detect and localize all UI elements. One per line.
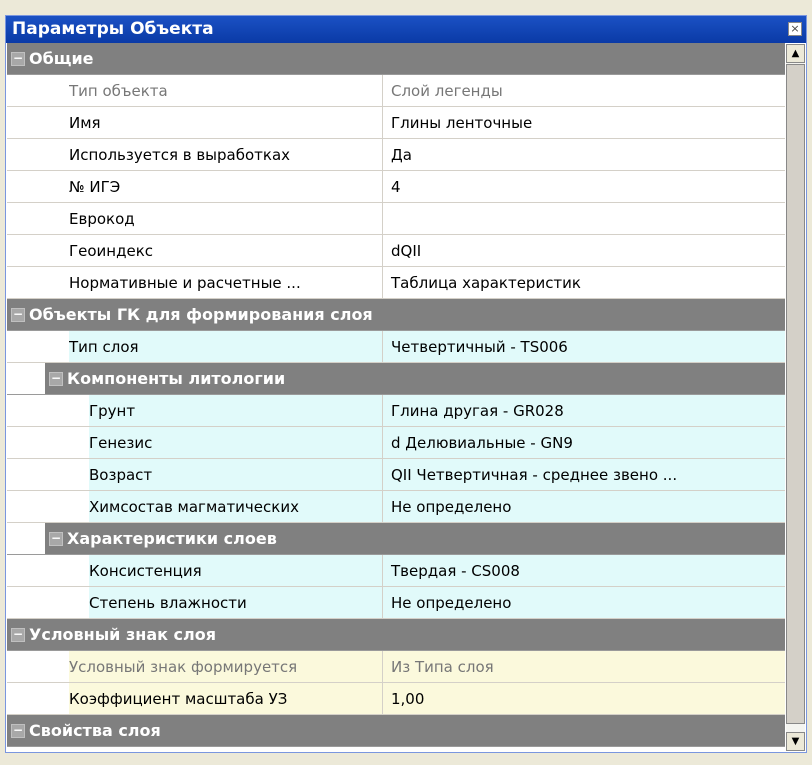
property-name: Грунт [89, 395, 383, 426]
row-gutter [7, 139, 69, 170]
row-gutter [7, 651, 69, 682]
category-label: Характеристики слоев [67, 529, 277, 548]
row-gutter [7, 683, 69, 714]
category-general[interactable]: − Общие [7, 43, 785, 75]
property-value[interactable]: Таблица характеристик [383, 267, 785, 298]
property-row[interactable]: Геоиндекс dQII [7, 235, 785, 267]
row-gutter [7, 267, 69, 298]
property-value[interactable]: QII Четвертичная - среднее звено ... [383, 459, 785, 490]
property-name: Химсостав магматических [89, 491, 383, 522]
property-name: Тип слоя [69, 331, 383, 362]
property-value: Слой легенды [391, 81, 503, 100]
row-gutter [7, 491, 89, 522]
row-gutter [7, 203, 69, 234]
property-value[interactable]: Четвертичный - TS006 [383, 331, 785, 362]
property-name: Еврокод [69, 203, 383, 234]
property-row[interactable]: Генезис d Делювиальные - GN9 [7, 427, 785, 459]
category-gk-objects[interactable]: − Объекты ГК для формирования слоя [7, 299, 785, 331]
scroll-thumb[interactable] [786, 64, 805, 724]
property-value: Из Типа слоя [391, 657, 494, 676]
property-row[interactable]: Тип слоя Четвертичный - TS006 [7, 331, 785, 363]
property-value[interactable]: Твердая - CS008 [383, 555, 785, 586]
property-row[interactable]: Тип объекта Слой легенды [7, 75, 785, 107]
property-row[interactable]: Имя Глины ленточные [7, 107, 785, 139]
property-name: Степень влажности [89, 587, 383, 618]
property-name: Возраст [89, 459, 383, 490]
property-row[interactable]: Используется в выработках Да [7, 139, 785, 171]
property-value[interactable]: Не определено [383, 491, 785, 522]
category-layer-characteristics[interactable]: − Характеристики слоев [7, 523, 785, 555]
property-name: Нормативные и расчетные ... [69, 267, 383, 298]
category-label: Свойства слоя [29, 721, 161, 740]
property-name: Используется в выработках [69, 139, 383, 170]
property-row[interactable]: Возраст QII Четвертичная - среднее звено… [7, 459, 785, 491]
window-title: Параметры Объекта [12, 19, 214, 39]
property-row[interactable]: Коэффициент масштаба УЗ 1,00 [7, 683, 785, 715]
property-value[interactable]: Не определено [383, 587, 785, 618]
row-gutter [7, 395, 89, 426]
row-gutter [7, 331, 69, 362]
collapse-icon[interactable]: − [11, 723, 25, 738]
row-gutter [7, 235, 69, 266]
property-row[interactable]: Химсостав магматических Не определено [7, 491, 785, 523]
property-value[interactable]: Глина другая - GR028 [383, 395, 785, 426]
collapse-icon[interactable]: − [49, 531, 63, 546]
property-row[interactable]: Еврокод [7, 203, 785, 235]
category-label: Условный знак слоя [29, 625, 217, 644]
property-value[interactable]: dQII [383, 235, 785, 266]
property-value[interactable]: Да [383, 139, 785, 170]
property-row[interactable]: Грунт Глина другая - GR028 [7, 395, 785, 427]
category-symbol[interactable]: − Условный знак слоя [7, 619, 785, 651]
property-name: Геоиндекс [69, 235, 383, 266]
close-icon[interactable]: × [788, 22, 802, 36]
property-value[interactable]: d Делювиальные - GN9 [383, 427, 785, 458]
property-row[interactable]: Консистенция Твердая - CS008 [7, 555, 785, 587]
title-bar: Параметры Объекта × [6, 16, 806, 43]
properties-window: Параметры Объекта × − Общие Тип объекта … [5, 15, 807, 753]
collapse-icon[interactable]: − [11, 51, 25, 66]
property-name: Тип объекта [69, 75, 383, 106]
scroll-up-icon[interactable]: ▲ [786, 44, 805, 63]
row-gutter [7, 171, 69, 202]
row-gutter [7, 427, 89, 458]
property-value[interactable]: 4 [383, 171, 785, 202]
property-grid: − Общие Тип объекта Слой легенды Имя Гли… [7, 43, 785, 751]
property-value[interactable]: Глины ленточные [383, 107, 785, 138]
property-value[interactable] [383, 203, 785, 234]
row-gutter [7, 459, 89, 490]
property-name: Консистенция [89, 555, 383, 586]
property-row[interactable]: Степень влажности Не определено [7, 587, 785, 619]
category-layer-properties[interactable]: − Свойства слоя [7, 715, 785, 747]
property-name: Генезис [89, 427, 383, 458]
property-row[interactable]: Нормативные и расчетные ... Таблица хара… [7, 267, 785, 299]
property-value[interactable]: 1,00 [383, 683, 785, 714]
collapse-icon[interactable]: − [11, 307, 25, 322]
property-name: Коэффициент масштаба УЗ [69, 683, 383, 714]
scroll-down-icon[interactable]: ▼ [786, 732, 805, 751]
category-label: Компоненты литологии [67, 369, 286, 388]
category-lithology[interactable]: − Компоненты литологии [7, 363, 785, 395]
row-gutter [7, 75, 69, 106]
collapse-icon[interactable]: − [49, 371, 63, 386]
property-row[interactable]: Условный знак формируется Из Типа слоя [7, 651, 785, 683]
row-gutter [7, 587, 89, 618]
property-name: Имя [69, 107, 383, 138]
row-gutter [7, 107, 69, 138]
property-name: Условный знак формируется [69, 651, 383, 682]
property-row[interactable]: № ИГЭ 4 [7, 171, 785, 203]
property-name: № ИГЭ [69, 171, 383, 202]
row-gutter [7, 555, 89, 586]
category-label: Объекты ГК для формирования слоя [29, 305, 373, 324]
category-label: Общие [29, 49, 94, 68]
collapse-icon[interactable]: − [11, 627, 25, 642]
vertical-scrollbar[interactable]: ▲ ▼ [786, 44, 805, 751]
